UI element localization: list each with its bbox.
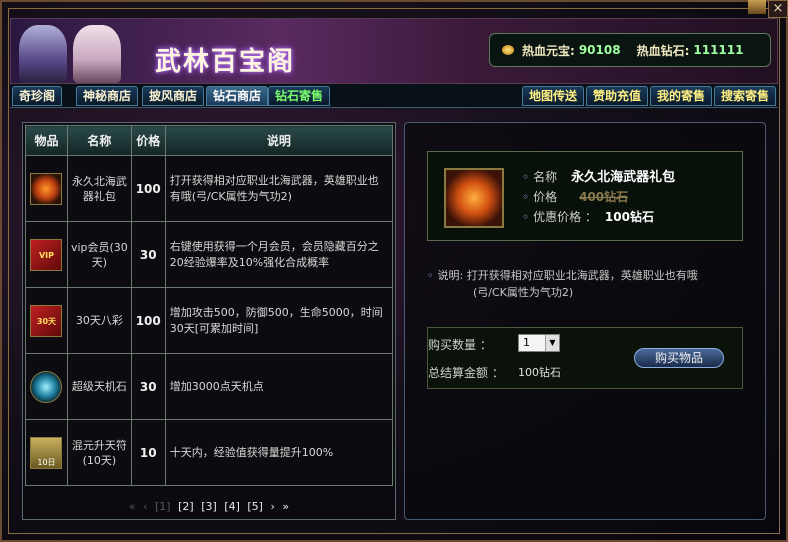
table-row[interactable]: 永久北海武器礼包 100 打开获得相对应职业北海武器，英雄职业也有哦(弓/CK属… [25,155,394,222]
currency-label-yuanbao: 热血元宝: [522,43,575,58]
currency-value-diamond: 111111 [693,43,744,57]
item-price: 100 [130,155,166,222]
buy-button[interactable]: 购买物品 [634,348,724,368]
detail-name-value: 永久北海武器礼包 [571,170,676,185]
item-name[interactable]: vip会员(30天) [66,221,132,288]
tab-bar: 奇珍阁 神秘商店 披风商店 钻石商店 钻石寄售 地图传送 赞助充值 我的寄售 搜… [10,84,778,108]
chevron-down-icon[interactable]: ▼ [545,335,559,351]
table-row[interactable]: 10日 混元升天符(10天) 10 十天内，经验值获得量提升100% [25,419,394,486]
total-value: 100钻石 [518,366,561,379]
character-portrait-1 [19,25,67,83]
column-header-price: 价格 [130,125,166,156]
page-link-5[interactable]: [5] [247,500,263,513]
shop-header: 武林百宝阁 热血元宝: 90108 热血钻石: 111111 [10,18,778,84]
column-header-item: 物品 [25,125,68,156]
close-button[interactable]: × [768,0,788,18]
item-price: 100 [130,287,166,354]
gift-orb-icon[interactable] [30,172,63,205]
tab-my-consign[interactable]: 我的寄售 [650,86,713,106]
character-portraits [15,21,135,83]
detail-old-price: 400钻石 [579,190,629,204]
page-link-2[interactable]: [2] [178,500,194,513]
detail-desc-label: 说明: [437,269,464,282]
detail-name-label: 名称 [533,170,558,184]
character-portrait-2 [73,25,121,83]
column-header-desc: 说明 [164,125,394,156]
detail-desc-line1: 打开获得相对应职业北海武器，英雄职业也有哦 [466,269,698,282]
tab-search-consign[interactable]: 搜索寄售 [714,86,777,106]
prev-page-link[interactable]: ‹ [143,500,147,513]
next-page-link[interactable]: › [270,500,274,513]
item-detail-box: ◦ 名称 永久北海武器礼包 ◦ 价格 400钻石 ◦ 优惠价格 ： 100钻石 [427,151,743,241]
item-list-panel: 物品 名称 价格 说明 永久北海武器礼包 100 打开获得相对应职业北海武器，英… [22,122,396,520]
tab-treasure[interactable]: 奇珍阁 [12,86,63,106]
currency-value-yuanbao: 90108 [578,43,621,57]
item-desc: 十天内，经验值获得量提升100% [164,419,394,486]
item-price: 30 [130,221,166,288]
item-name[interactable]: 永久北海武器礼包 [66,155,132,222]
item-price: 30 [130,353,166,420]
page-title: 武林百宝阁 [155,47,296,77]
quantity-select[interactable]: 1 ▼ [518,334,560,352]
detail-discount-value: 100钻石 [604,210,654,224]
currency-label-diamond: 热血钻石: [636,43,690,58]
detail-desc-line2: (弓/CK属性为气功2) [473,286,574,299]
tab-diamond-consign[interactable]: 钻石寄售 [268,86,331,106]
item-cell[interactable] [25,155,68,222]
item-cell[interactable]: 30天 [25,287,68,354]
quantity-value: 1 [523,336,530,349]
page-link-3[interactable]: [3] [201,500,217,513]
tab-cloak-shop[interactable]: 披风商店 [142,86,205,106]
table-row[interactable]: 超级天机石 30 增加3000点天机点 [25,353,394,420]
table-row[interactable]: 30天 30天八彩 100 增加攻击500，防御500，生命5000，时间30天… [25,287,394,354]
corner-ornament [748,0,766,14]
gem-orb-icon[interactable] [30,370,63,403]
item-name[interactable]: 30天八彩 [66,287,132,354]
detail-name-row: ◦ 名称 永久北海武器礼包 [522,170,676,185]
purchase-box: 购买数量 ： 1 ▼ 总结算金额 ： 100钻石 购买物品 [427,327,743,389]
item-cell[interactable] [25,353,68,420]
item-cell[interactable]: 10日 [25,419,68,486]
detail-discount-row: ◦ 优惠价格 ： 100钻石 [522,210,654,224]
item-desc: 右键使用获得一个月会员，会员隐藏百分之20经验爆率及10%强化合成概率 [164,221,394,288]
detail-description: ◦ 说明: 打开获得相对应职业北海武器，英雄职业也有哦 (弓/CK属性为气功2) [427,267,747,301]
tab-mystery-shop[interactable]: 神秘商店 [76,86,139,106]
last-page-link[interactable]: » [282,500,289,513]
gift-orb-icon [444,168,504,228]
item-price: 10 [130,419,166,486]
item-cell[interactable]: VIP [25,221,68,288]
detail-price-label: 价格 [533,190,558,204]
item-name[interactable]: 混元升天符(10天) [66,419,132,486]
item-desc: 增加攻击500，防御500，生命5000，时间30天[可累加时间] [164,287,394,354]
tab-diamond-shop[interactable]: 钻石商店 [206,86,269,106]
vip-card-icon[interactable]: 30天 [30,304,63,337]
scroll-icon[interactable]: 10日 [30,436,63,469]
pagination: « ‹ [1] [2] [3] [4] [5] › » [22,500,396,513]
column-header-name: 名称 [66,125,132,156]
item-table: 物品 名称 价格 说明 永久北海武器礼包 100 打开获得相对应职业北海武器，英… [25,125,394,486]
item-detail-panel: ◦ 名称 永久北海武器礼包 ◦ 价格 400钻石 ◦ 优惠价格 ： 100钻石 ◦ 说明: 打… [404,122,766,520]
item-desc: 打开获得相对应职业北海武器，英雄职业也有哦(弓/CK属性为气功2) [164,155,394,222]
item-desc: 增加3000点天机点 [164,353,394,420]
table-row[interactable]: VIP vip会员(30天) 30 右键使用获得一个月会员，会员隐藏百分之20经… [25,221,394,288]
item-name[interactable]: 超级天机石 [66,353,132,420]
detail-discount-label: 优惠价格 ： [533,210,597,224]
detail-price-row: ◦ 价格 400钻石 [522,190,629,204]
total-label: 总结算金额 ： [428,366,504,380]
vip-card-icon[interactable]: VIP [30,238,63,271]
currency-display: 热血元宝: 90108 热血钻石: 111111 [489,33,771,67]
current-page: [1] [155,500,171,513]
table-header-row: 物品 名称 价格 说明 [25,125,394,156]
page-link-4[interactable]: [4] [224,500,240,513]
tab-map-teleport[interactable]: 地图传送 [522,86,585,106]
first-page-link[interactable]: « [129,500,136,513]
coin-icon [502,45,514,55]
tab-sponsor-recharge[interactable]: 赞助充值 [586,86,649,106]
quantity-label: 购买数量 ： [428,338,492,352]
